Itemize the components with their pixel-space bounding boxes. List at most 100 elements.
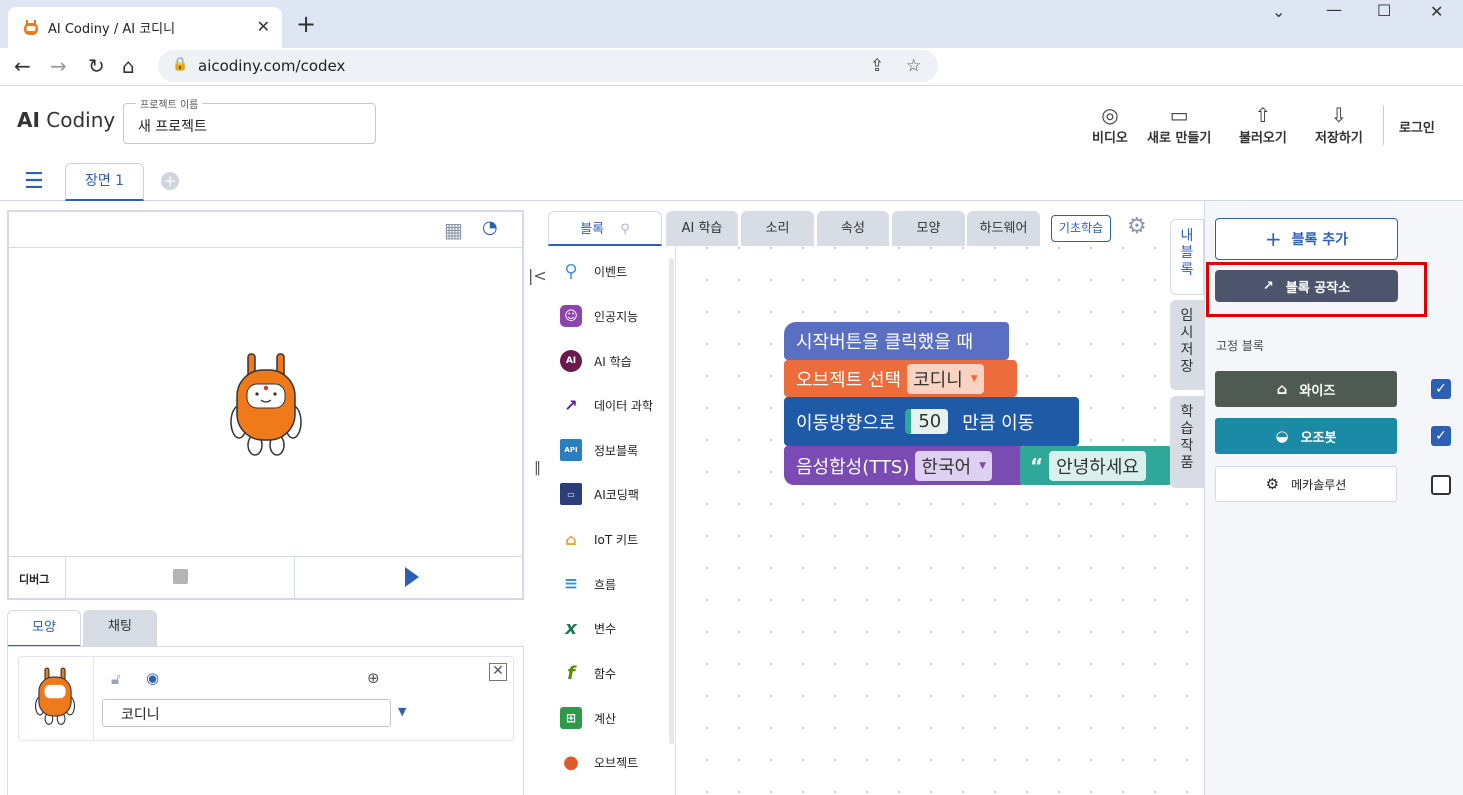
category-calculation[interactable]: ⊞ 계산 [548,706,673,730]
project-name-value[interactable]: 새 프로젝트 [138,116,207,136]
category-info-blocks[interactable]: API 정보블록 [548,438,673,462]
grid-icon[interactable]: ▦ [444,218,463,242]
quote-icon: “ [1030,453,1044,478]
back-icon[interactable]: ← [14,54,31,78]
card-divider [93,657,94,742]
tab-sound[interactable]: 소리 [741,211,814,246]
codiny-character[interactable] [221,350,311,458]
new-tab-icon[interactable]: + [296,10,316,38]
browser-tab[interactable]: AI Codiny / AI 코디니 ✕ [8,7,282,48]
load-button[interactable]: ⇧ 불러오기 [1239,103,1287,146]
eye-icon[interactable]: ◉ [146,669,159,687]
category-ai-coding-pack[interactable]: ▭ AI코딩팩 [548,482,673,506]
tab-my-blocks[interactable]: 내 블록 [1170,219,1204,295]
category-event[interactable]: ⚲ 이벤트 [548,259,673,283]
debug-button[interactable]: 디버그 [19,571,49,587]
block-canvas[interactable]: 시작버튼을 클릭했을 때 오브젝트 선택 코디니 ▼ 이동방향으로 50 만큼 이… [677,246,1204,795]
stage-controls: 디버그 [9,556,522,599]
menu-list-icon[interactable]: ☰ [24,169,44,194]
tab-shape-editor[interactable]: 모양 [892,211,965,246]
maximize-icon[interactable]: ☐ [1377,1,1391,20]
add-scene-icon[interactable]: + [161,172,179,190]
gear-icon[interactable]: ⚙ [1127,214,1147,239]
fixed-block-wise[interactable]: ⌂ 와이즈 [1215,371,1397,407]
scene-tab[interactable]: 장면 1 [65,163,144,201]
tts-block[interactable]: 음성합성(TTS) 한국어 ▼ [784,446,1024,485]
basic-learning-button[interactable]: 기초학습 [1051,215,1111,242]
tab-properties[interactable]: 속성 [817,211,889,246]
pack-icon: ▭ [560,483,582,505]
forward-icon[interactable]: → [50,54,67,78]
caret-down-icon: ▼ [970,373,978,384]
tts-text-input[interactable]: 안녕하세요 [1049,450,1146,481]
unlock-icon[interactable]: 🔓︎ [111,670,121,688]
object-name-input[interactable]: 코디니 [102,699,391,727]
resize-handle-icon[interactable]: ‖ [534,460,541,476]
reload-icon[interactable]: ↻ [88,54,105,78]
delete-object-icon[interactable]: ✕ [489,663,507,681]
address-bar[interactable]: 🔒 aicodiny.com/codex ⇪ ☆ [158,50,938,82]
project-name-field[interactable]: 프로젝트 이름 새 프로젝트 [123,96,376,144]
rotation-icon[interactable]: ⊕ [367,669,380,687]
video-button[interactable]: ◎ 비디오 [1092,103,1128,146]
save-button[interactable]: ⇩ 저장하기 [1315,103,1363,146]
home-icon[interactable]: ⌂ [122,54,135,78]
caret-down-icon[interactable]: ▼ [398,705,406,718]
tab-hardware[interactable]: 하드웨어 [967,211,1040,246]
fixed-block-mechasolution[interactable]: ⚙ 메카솔루션 [1215,466,1397,502]
tab-close-icon[interactable]: ✕ [257,17,270,36]
app-logo[interactable]: AI Codiny [17,108,115,132]
play-button[interactable] [405,567,419,587]
mechasolution-checkbox[interactable] [1431,475,1451,495]
new-project-button[interactable]: ▭ 새로 만들기 [1147,103,1211,146]
speedometer-icon[interactable]: ◔ [482,217,498,238]
select-object-block[interactable]: 오브젝트 선택 코디니 ▼ [784,360,1017,397]
webcam-icon: ◎ [1101,103,1119,127]
function-icon: f [567,662,575,684]
object-dropdown[interactable]: 코디니 ▼ [907,363,984,394]
object-icon: ● [563,751,579,773]
move-amount-input[interactable]: 50 [905,409,949,434]
fixed-block-ozobot[interactable]: ◒ 오조봇 [1215,418,1397,454]
login-button[interactable]: 로그인 [1399,117,1435,136]
wise-checkbox[interactable]: ✓ [1431,379,1451,399]
ozobot-checkbox[interactable]: ✓ [1431,426,1451,446]
tab-shape[interactable]: 모양 [7,610,81,647]
chart-icon: ↗ [564,395,578,415]
category-scrollbar[interactable] [669,258,674,744]
category-ai-learning[interactable]: AI AI 학습 [548,349,673,373]
tab-ai-learning[interactable]: AI 학습 [666,211,738,246]
calc-icon: ⊞ [560,707,582,729]
object-card[interactable]: 🔓︎ ◉ ⊕ ✕ 코디니 ▼ [18,656,514,742]
add-block-button[interactable]: + 블록 추가 [1215,218,1398,260]
tab-learning-works[interactable]: 학습 작품 [1170,396,1204,488]
move-block[interactable]: 이동방향으로 50 만큼 이동 [784,397,1079,446]
tab-temp-save[interactable]: 임시 저장 [1170,300,1204,390]
category-iot-kit[interactable]: ⌂ IoT 키트 [548,527,673,551]
pin-icon[interactable]: ⚲ [620,222,630,237]
category-variable[interactable]: x 변수 [548,616,673,640]
window-close-icon[interactable]: ✕ [1430,2,1443,21]
tab-blocks[interactable]: 블록 ⚲ [548,211,662,246]
object-panel: 🔓︎ ◉ ⊕ ✕ 코디니 ▼ [7,646,524,795]
category-function[interactable]: f 함수 [548,661,673,685]
stop-button[interactable] [173,569,188,584]
language-dropdown[interactable]: 한국어 ▼ [915,450,992,481]
category-data-science[interactable]: ↗ 데이터 과학 [548,393,673,417]
chevron-down-icon[interactable]: ⌄ [1272,2,1285,21]
text-block[interactable]: “ 안녕하세요 [1020,446,1172,485]
app-header: AI Codiny 프로젝트 이름 새 프로젝트 ◎ 비디오 ▭ 새로 만들기 … [0,87,1463,159]
minimize-icon[interactable]: — [1326,0,1342,19]
stage: ▦ ◔ 디버그 [7,210,524,600]
category-ai[interactable]: ☺ 인공지능 [548,304,673,328]
scene-bar: ☰ 장면 1 + [0,159,1463,201]
tab-chat[interactable]: 채팅 [83,610,157,647]
robot-icon: ☺ [560,305,582,327]
download-icon: ⇩ [1330,103,1348,127]
start-event-block[interactable]: 시작버튼을 클릭했을 때 [784,322,1009,360]
category-object[interactable]: ● 오브젝트 [548,750,673,774]
category-flow[interactable]: ≡ 흐름 [548,572,673,596]
share-icon[interactable]: ⇪ [870,56,884,76]
collapse-panel-icon[interactable]: |< [528,266,547,285]
bookmark-star-icon[interactable]: ☆ [906,56,921,76]
